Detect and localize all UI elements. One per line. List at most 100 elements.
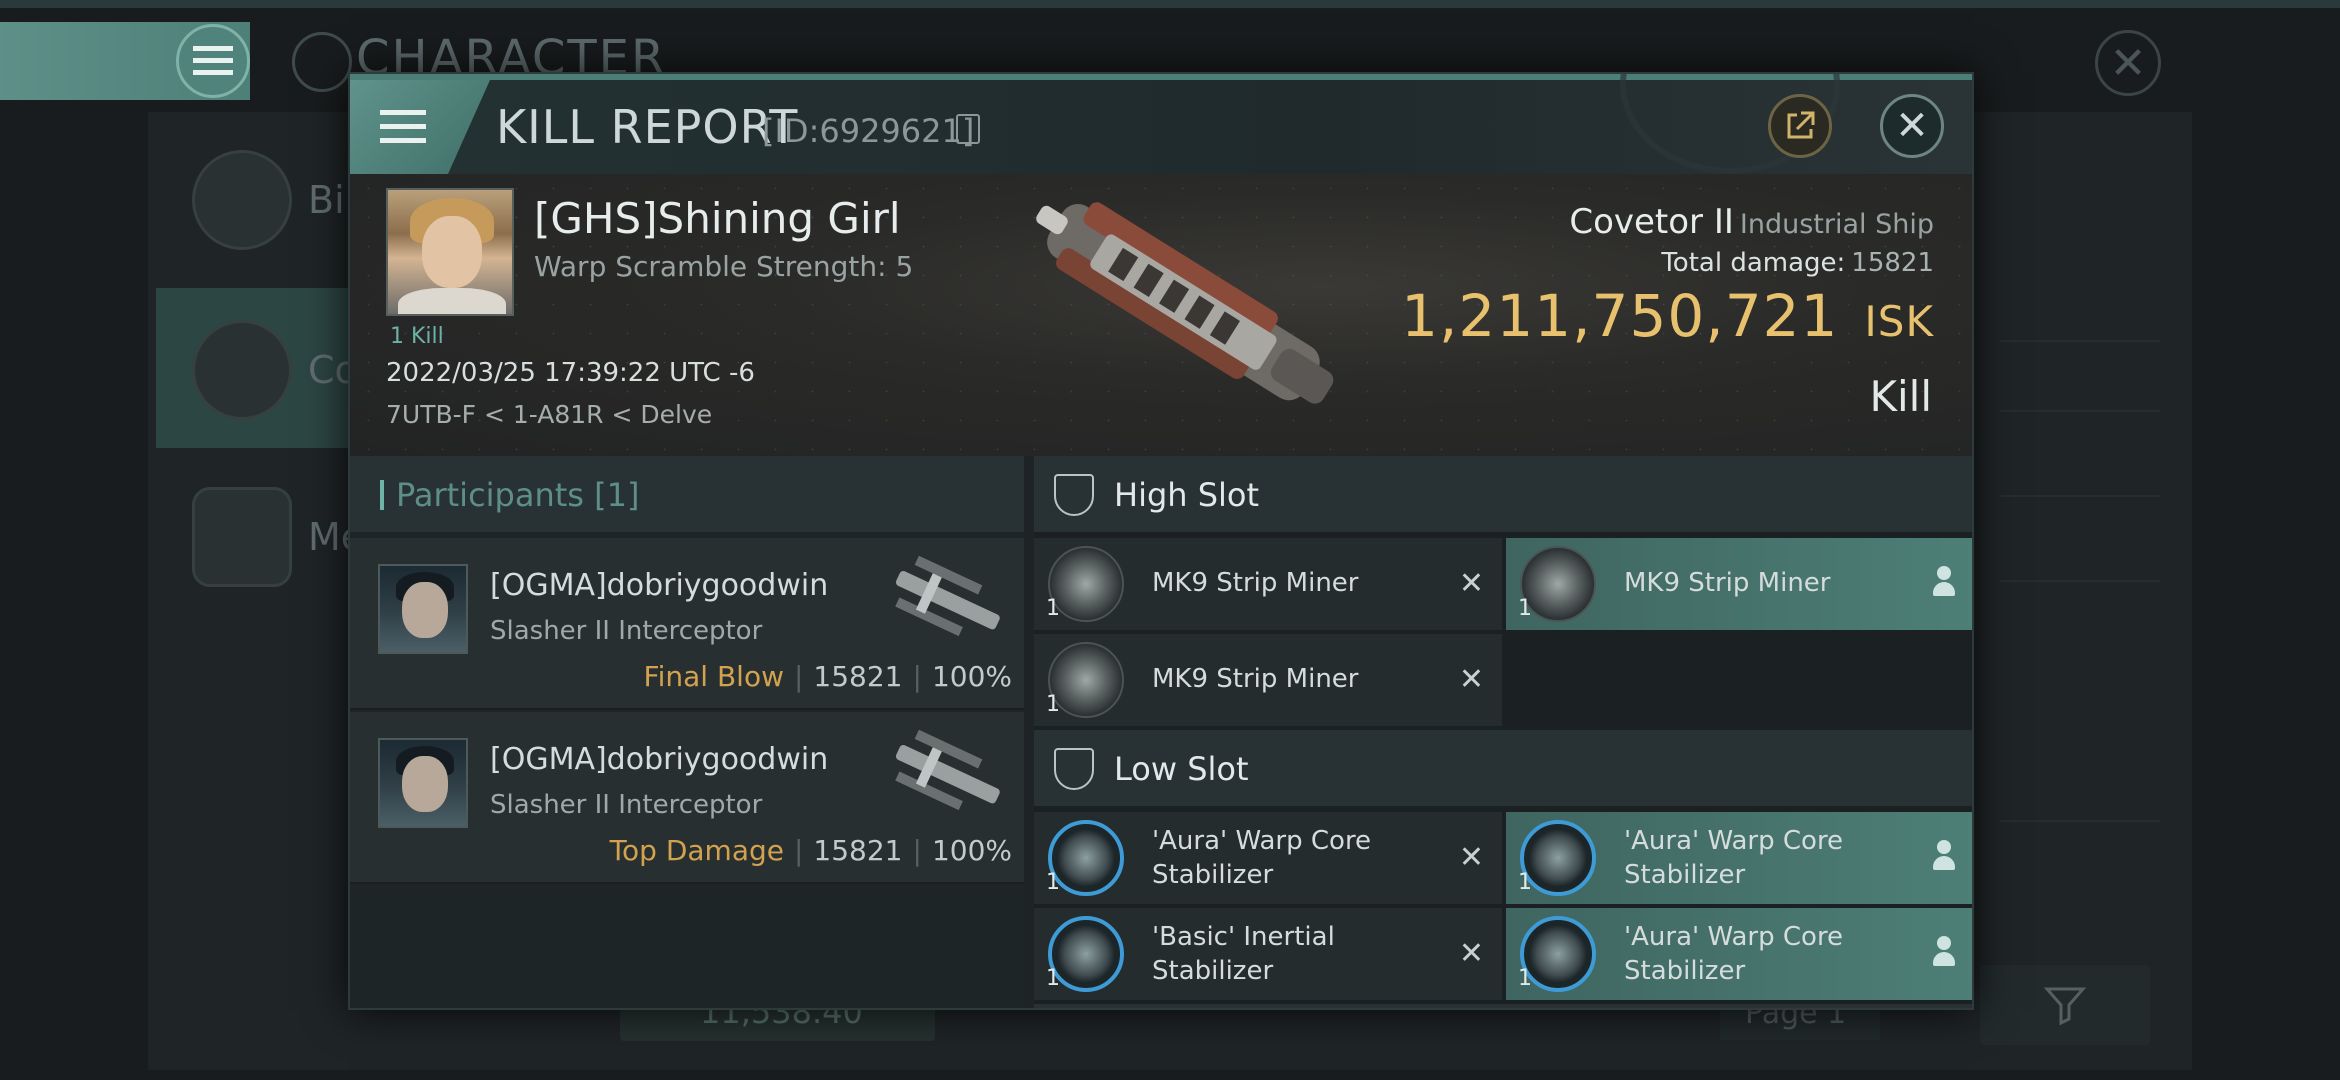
participant-percent: 100% xyxy=(931,660,1012,693)
victim-ship[interactable]: Covetor II Industrial Ship xyxy=(1569,202,1934,242)
filter-icon xyxy=(2043,987,2087,1026)
participant-avatar xyxy=(378,738,468,828)
participants-header: Participants [1] xyxy=(350,456,1024,532)
final-blow-tag: Final Blow xyxy=(643,660,784,693)
divider xyxy=(2000,495,2160,497)
person-icon xyxy=(1932,566,1956,600)
victim-subtitle: Warp Scramble Strength: 5 xyxy=(534,250,914,283)
participant-damage: 15821 xyxy=(813,834,903,867)
shield-slot-icon xyxy=(1054,474,1094,516)
module-slot-destroyed[interactable]: 1 'Aura' Warp Core Stabilizer ✕ xyxy=(1034,812,1502,904)
module-slot-dropped[interactable]: 1 'Aura' Warp Core Stabilizer xyxy=(1506,812,1972,904)
participant-ship: Slasher II Interceptor xyxy=(490,790,763,820)
kill-location[interactable]: 7UTB-F < 1-A81R < Delve xyxy=(386,400,712,429)
participant-stats: Top Damage | 15821 | 100% xyxy=(609,834,1012,867)
kill-id: [ID:6929621] xyxy=(762,112,975,150)
participant-avatar xyxy=(378,564,468,654)
participant-ship-image xyxy=(895,555,1000,637)
low-slot-header: Low Slot xyxy=(1034,730,1972,806)
share-button[interactable] xyxy=(1768,94,1832,158)
divider xyxy=(2000,580,2160,582)
module-qty: 1 xyxy=(1518,870,1532,895)
x-mark-icon: ✕ xyxy=(1458,840,1484,875)
participant-percent: 100% xyxy=(931,834,1012,867)
person-icon xyxy=(1932,840,1956,874)
ship-image[interactable] xyxy=(990,194,1380,424)
list-icon xyxy=(192,150,292,250)
top-strip xyxy=(0,0,2340,8)
divider xyxy=(2000,410,2160,412)
participant-name: [OGMA]dobriygoodwin xyxy=(490,568,829,603)
high-slot-header: High Slot xyxy=(1034,456,1972,532)
participant-row[interactable]: [OGMA]dobriygoodwin Slasher II Intercept… xyxy=(350,712,1024,884)
top-damage-tag: Top Damage xyxy=(609,834,784,867)
ship-class-text: Industrial Ship xyxy=(1739,209,1934,240)
module-name: 'Aura' Warp Core Stabilizer xyxy=(1152,826,1372,890)
character-icon xyxy=(292,32,352,92)
module-name: MK9 Strip Miner xyxy=(1152,664,1359,694)
victim-banner: [GHS]Shining Girl Warp Scramble Strength… xyxy=(350,174,1972,456)
module-slot-destroyed[interactable]: 1 MK9 Strip Miner ✕ xyxy=(1034,634,1502,726)
module-slot-dropped[interactable]: 1 'Aura' Warp Core Stabilizer xyxy=(1506,908,1972,1000)
isk-unit: ISK xyxy=(1864,297,1934,346)
module-qty: 1 xyxy=(1518,596,1532,621)
high-slot-title: High Slot xyxy=(1114,476,1260,514)
module-name: MK9 Strip Miner xyxy=(1624,568,1831,598)
x-mark-icon: ✕ xyxy=(1458,936,1484,971)
bg-filter-button[interactable] xyxy=(1980,965,2150,1045)
external-link-icon xyxy=(1787,111,1815,139)
divider xyxy=(2000,340,2160,342)
participant-damage: 15821 xyxy=(813,660,903,693)
kill-count-badge: 1 Kill xyxy=(390,324,444,349)
module-qty: 1 xyxy=(1046,870,1060,895)
module-slot-dropped[interactable]: 1 MK9 Strip Miner xyxy=(1506,538,1972,630)
screen: CHARACTER ✕ Bi Co Me 11,538.40 Page 1 KI… xyxy=(0,0,2340,1080)
kill-datetime: 2022/03/25 17:39:22 UTC -6 xyxy=(386,358,755,388)
modal-title: KILL REPORT xyxy=(496,100,799,154)
person-icon xyxy=(1932,936,1956,970)
participants-title: Participants [1] xyxy=(396,476,640,514)
next-slot-header xyxy=(1034,1004,1972,1008)
result-label: Kill xyxy=(1869,372,1932,421)
shield-slot-icon xyxy=(1054,748,1094,790)
total-damage: Total damage: 15821 xyxy=(1661,248,1934,278)
module-slot-destroyed[interactable]: 1 MK9 Strip Miner ✕ xyxy=(1034,538,1502,630)
victim-avatar[interactable] xyxy=(386,188,514,316)
ship-name-text: Covetor II xyxy=(1569,202,1734,242)
isk-amount: 1,211,750,721 xyxy=(1401,282,1839,350)
swords-icon xyxy=(192,320,292,420)
bg-menu-button[interactable] xyxy=(176,24,250,98)
module-qty: 1 xyxy=(1046,966,1060,991)
participant-ship-image xyxy=(895,729,1000,811)
module-qty: 1 xyxy=(1518,966,1532,991)
module-name: 'Aura' Warp Core Stabilizer xyxy=(1624,922,1844,986)
low-slot-title: Low Slot xyxy=(1114,750,1249,788)
module-qty: 1 xyxy=(1046,596,1060,621)
total-damage-value: 15821 xyxy=(1851,248,1934,278)
bg-close-button[interactable]: ✕ xyxy=(2095,30,2161,96)
module-qty: 1 xyxy=(1046,692,1060,717)
x-mark-icon: ✕ xyxy=(1458,662,1484,697)
star-badge-icon xyxy=(192,487,292,587)
module-name: 'Basic' Inertial Stabilizer xyxy=(1152,922,1335,986)
hamburger-icon xyxy=(193,46,233,75)
x-mark-icon: ✕ xyxy=(1458,566,1484,601)
module-name: 'Aura' Warp Core Stabilizer xyxy=(1624,826,1844,890)
total-damage-label: Total damage: xyxy=(1661,248,1846,278)
kill-report-modal: KILL REPORT [ID:6929621] ✕ [GHS]Shining … xyxy=(348,72,1974,1010)
close-button[interactable]: ✕ xyxy=(1880,94,1944,158)
participant-row[interactable]: [OGMA]dobriygoodwin Slasher II Intercept… xyxy=(350,538,1024,710)
hamburger-icon xyxy=(380,110,426,143)
divider xyxy=(2000,820,2160,822)
participant-ship: Slasher II Interceptor xyxy=(490,616,763,646)
fitting-panel: High Slot 1 MK9 Strip Miner ✕ 1 MK9 Stri… xyxy=(1034,456,1972,1008)
bg-side-label: Bi xyxy=(308,178,345,222)
participants-panel: Participants [1] [OGMA]dobriygoodwin Sla… xyxy=(350,456,1024,1008)
copy-icon[interactable] xyxy=(956,114,980,144)
victim-name[interactable]: [GHS]Shining Girl xyxy=(534,194,901,243)
module-slot-destroyed[interactable]: 1 'Basic' Inertial Stabilizer ✕ xyxy=(1034,908,1502,1000)
participant-name: [OGMA]dobriygoodwin xyxy=(490,742,829,777)
isk-value: 1,211,750,721 ISK xyxy=(1401,282,1934,350)
participant-stats: Final Blow | 15821 | 100% xyxy=(643,660,1012,693)
module-name: MK9 Strip Miner xyxy=(1152,568,1359,598)
